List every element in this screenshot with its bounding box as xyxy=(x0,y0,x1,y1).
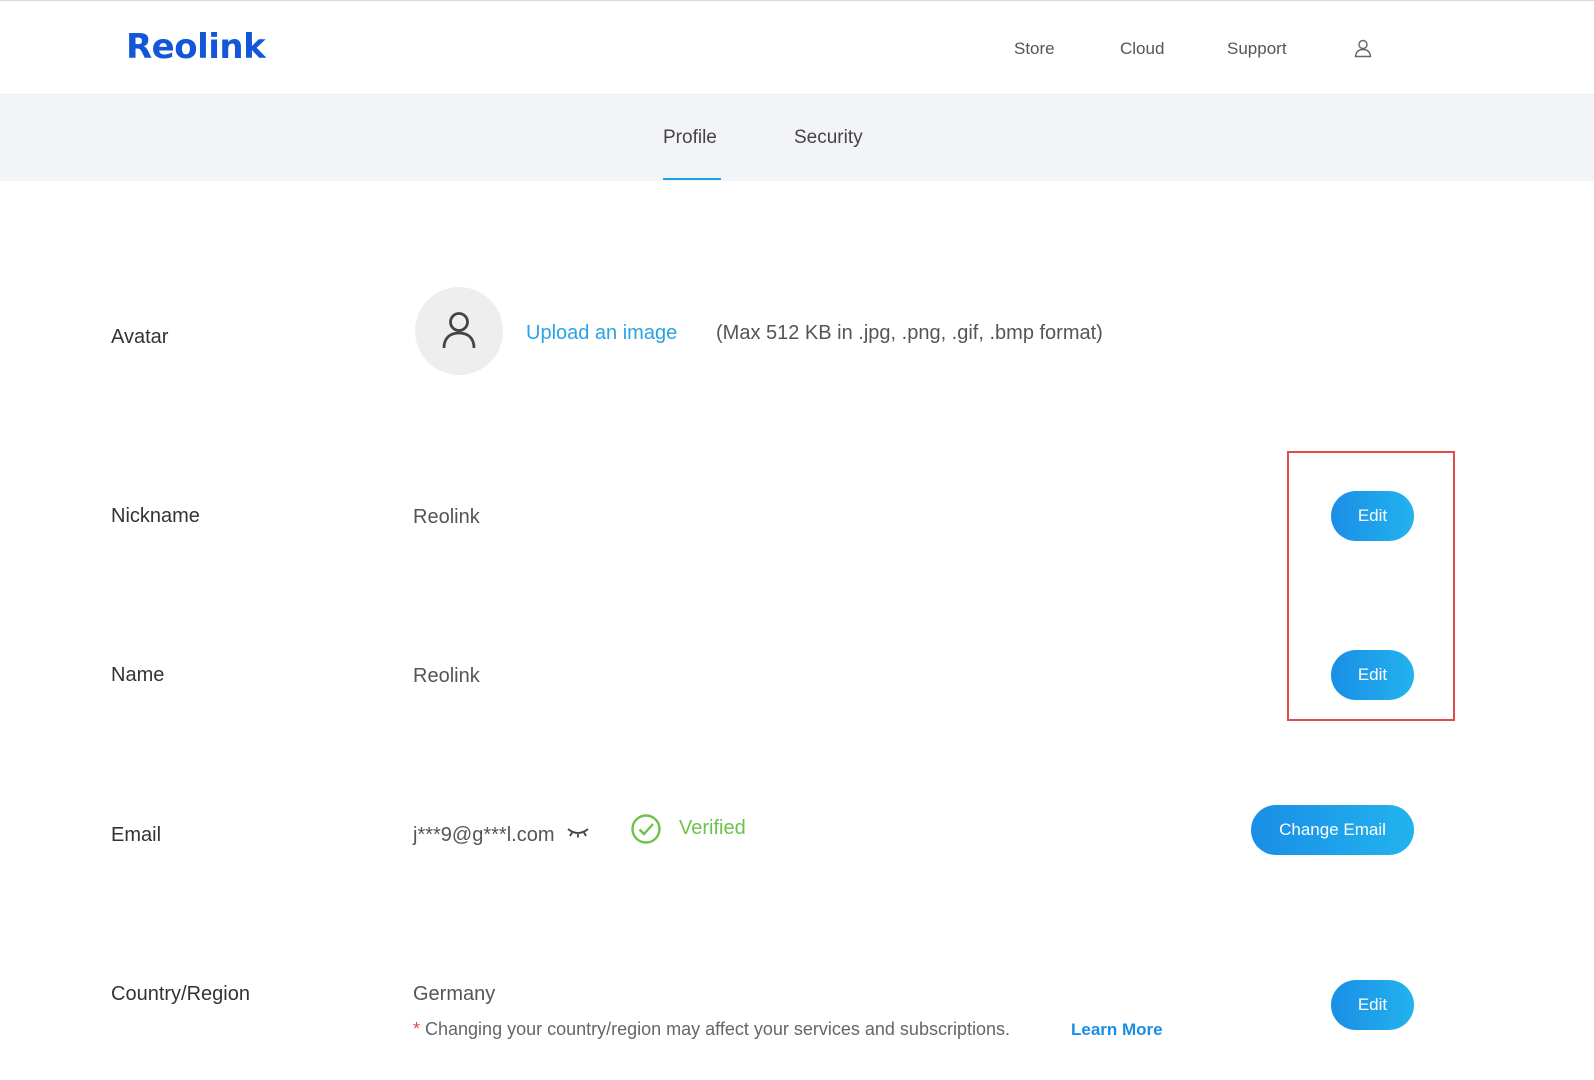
country-region-label: Country/Region xyxy=(111,983,250,1005)
nav-cloud-link[interactable]: Cloud xyxy=(1120,39,1164,59)
tab-security[interactable]: Security xyxy=(794,127,863,149)
country-change-warning: * Changing your country/region may affec… xyxy=(413,1019,1010,1040)
active-tab-indicator xyxy=(663,178,721,180)
avatar[interactable] xyxy=(415,287,503,375)
user-icon[interactable] xyxy=(1353,38,1373,58)
top-navigation-bar: Reolink Store Cloud Support xyxy=(0,0,1594,95)
country-change-warning-text: Changing your country/region may affect … xyxy=(420,1019,1010,1039)
nickname-value: Reolink xyxy=(413,506,480,528)
upload-image-link[interactable]: Upload an image xyxy=(526,322,677,345)
avatar-label: Avatar xyxy=(111,326,169,348)
required-asterisk: * xyxy=(413,1019,421,1039)
nav-store-link[interactable]: Store xyxy=(1014,39,1055,59)
email-verified-status: Verified xyxy=(679,817,746,839)
check-circle-icon xyxy=(630,813,662,850)
learn-more-link[interactable]: Learn More xyxy=(1071,1020,1163,1040)
change-email-button[interactable]: Change Email xyxy=(1251,805,1414,855)
tab-profile[interactable]: Profile xyxy=(663,127,717,149)
eye-closed-icon[interactable] xyxy=(566,825,590,843)
name-label: Name xyxy=(111,664,165,686)
email-value: j***9@g***l.com xyxy=(413,824,555,846)
email-label: Email xyxy=(111,824,162,846)
edit-country-button[interactable]: Edit xyxy=(1331,980,1414,1030)
upload-format-hint: (Max 512 KB in .jpg, .png, .gif, .bmp fo… xyxy=(716,322,1103,344)
account-tabs-bar: Profile Security xyxy=(0,95,1594,181)
highlight-annotation-box xyxy=(1287,451,1455,721)
nav-support-link[interactable]: Support xyxy=(1227,39,1287,59)
name-value: Reolink xyxy=(413,665,480,687)
reolink-logo[interactable]: Reolink xyxy=(126,27,266,67)
person-icon xyxy=(442,312,476,349)
nickname-label: Nickname xyxy=(111,505,200,527)
country-region-value: Germany xyxy=(413,983,496,1005)
